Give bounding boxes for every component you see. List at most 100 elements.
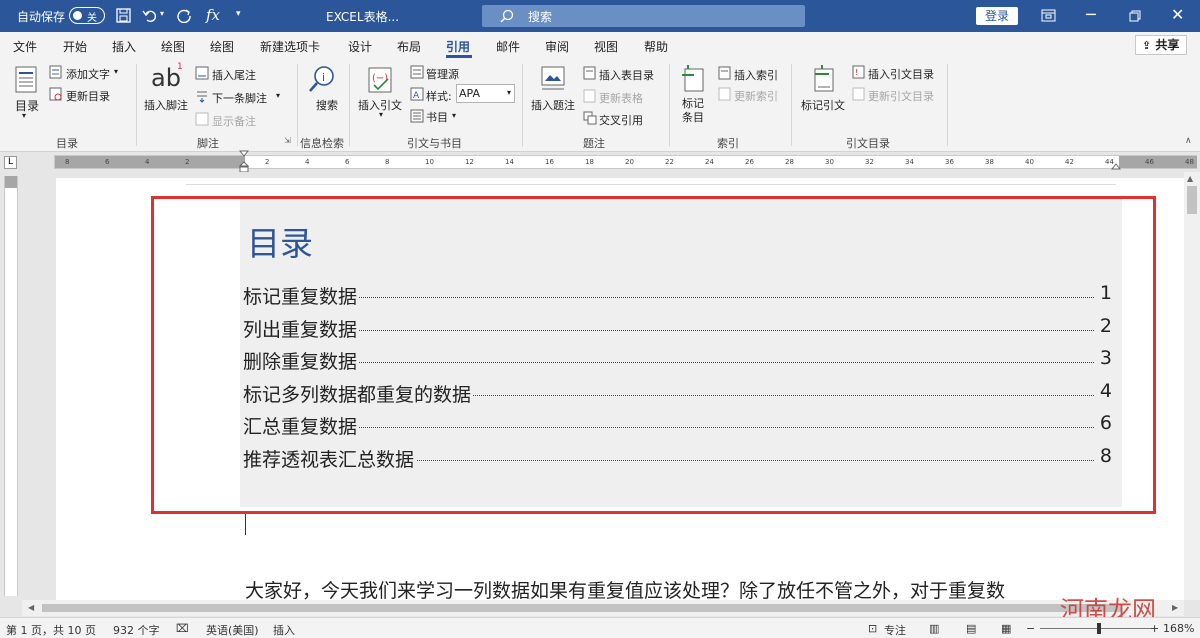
zoom-out-icon[interactable]: − [1026,622,1035,635]
tab-new[interactable]: 新建选项卡 [260,38,320,55]
bibliography-button[interactable]: 书目 [426,109,448,125]
zoom-level[interactable]: 168% [1163,622,1194,635]
toc-icon[interactable] [14,66,38,94]
indent-marker-icon[interactable] [239,150,249,174]
document-title[interactable]: EXCEL表格... [326,8,399,25]
proofing-icon[interactable]: ⌧ [176,622,189,635]
zoom-in-icon[interactable]: + [1150,622,1159,635]
function-icon[interactable]: fx [206,6,220,24]
group-divider [297,64,298,146]
next-footnote-dropdown-icon[interactable]: ▾ [276,91,280,100]
tab-references[interactable]: 引用 [446,38,470,55]
toc-button[interactable]: 目录 [15,97,39,114]
tab-help[interactable]: 帮助 [644,38,668,55]
tab-layout[interactable]: 布局 [397,38,421,55]
tab-mailings[interactable]: 邮件 [496,38,520,55]
horizontal-ruler[interactable]: L 8 6 4 2 2 4 6 8 10 12 14 16 18 20 22 24 26 28 30 32 34 36 38… [0,150,1200,174]
insert-toa-button[interactable]: 插入引文目录 [868,66,934,82]
word-count[interactable]: 932 个字 [113,622,160,638]
redo-icon[interactable] [177,8,193,23]
scroll-up-icon[interactable]: ▲ [1187,174,1193,183]
mark-citation-button[interactable]: 标记引文 [801,97,845,113]
tab-view[interactable]: 视图 [594,38,618,55]
scroll-left-icon[interactable]: ◀ [28,603,34,612]
insert-endnote-button[interactable]: 插入尾注 [212,67,256,83]
header-guide [186,184,1116,185]
insert-citation-icon[interactable]: (−) [366,65,396,95]
collapse-ribbon-icon[interactable]: ∧ [1185,136,1192,146]
update-toa-button[interactable]: 更新引文目录 [868,88,934,104]
login-button[interactable]: 登录 [976,7,1018,25]
autosave-toggle[interactable]: 关 [69,7,105,24]
insert-index-button[interactable]: 插入索引 [734,67,778,83]
horizontal-scroll-thumb[interactable] [42,604,1122,612]
search-button[interactable]: 搜索 [316,97,338,113]
insert-footnote-button[interactable]: 插入脚注 [144,97,188,113]
tab-draw-2[interactable]: 绘图 [210,38,234,55]
tab-selector-icon[interactable]: L [4,156,17,169]
focus-label[interactable]: 专注 [884,622,906,638]
update-index-button[interactable]: 更新索引 [734,88,778,104]
next-footnote-icon [197,91,207,103]
insert-citation-dropdown-icon[interactable]: ▾ [379,110,383,119]
style-select[interactable]: APA ▾ [456,84,515,103]
bibliography-dropdown-icon[interactable]: ▾ [452,111,456,120]
show-notes-button[interactable]: 显示备注 [212,113,256,129]
mark-citation-icon[interactable] [810,65,838,95]
page-count[interactable]: 第 1 页，共 10 页 [6,622,96,638]
tab-design[interactable]: 设计 [348,38,372,55]
search-box[interactable]: 搜索 [482,5,805,27]
ribbon-display-icon[interactable] [1041,9,1056,22]
update-table-button[interactable]: 更新表格 [599,90,643,106]
insert-mode[interactable]: 插入 [273,622,295,638]
insert-table-of-figures-button[interactable]: 插入表目录 [599,67,654,83]
update-toa-icon [852,87,865,101]
language[interactable]: 英语(美国) [206,622,259,638]
scroll-right-icon[interactable]: ▶ [1172,603,1178,612]
insert-caption-icon[interactable] [539,65,567,95]
vertical-scroll-thumb[interactable] [1187,186,1197,214]
ruler-number: 48 [1185,158,1194,166]
undo-icon[interactable] [142,8,158,23]
tab-home[interactable]: 开始 [63,38,87,55]
undo-dropdown-icon[interactable]: ▾ [160,9,164,18]
next-footnote-button[interactable]: 下一条脚注 [212,90,267,106]
tab-file[interactable]: 文件 [13,38,37,55]
toggle-knob [73,11,82,20]
tab-insert[interactable]: 插入 [112,38,136,55]
zoom-slider-thumb[interactable] [1097,623,1101,634]
customize-qat-icon[interactable]: ▾ [236,9,241,19]
body-paragraph[interactable]: 大家好，今天我们来学习一列数据如果有重复值应该处理？除了放任不管之外，对于重复数 [245,576,1145,600]
vertical-scrollbar[interactable]: ▲ [1184,172,1200,600]
endnote-icon [195,66,209,80]
update-toc-button[interactable]: 更新目录 [66,88,110,104]
toc-dropdown-icon[interactable]: ▾ [22,111,26,120]
ruler-number: 24 [705,158,714,166]
minimize-icon[interactable]: ─ [1086,5,1096,24]
insert-caption-button[interactable]: 插入题注 [531,97,575,113]
print-layout-icon[interactable]: ▤ [966,622,976,635]
manage-sources-button[interactable]: 管理源 [426,66,459,82]
footnote-dialog-launcher-icon[interactable]: ⇲ [284,136,291,145]
horizontal-scrollbar[interactable]: ◀ ▶ [22,600,1184,616]
search-research-icon[interactable]: i [307,64,337,94]
web-layout-icon[interactable]: ▦ [1001,622,1011,635]
zoom-slider[interactable] [1040,628,1152,629]
add-text-button[interactable]: 添加文字 [66,66,110,82]
add-text-dropdown-icon[interactable]: ▾ [114,67,118,76]
tab-review[interactable]: 审阅 [545,38,569,55]
restore-icon[interactable] [1129,10,1141,22]
close-icon[interactable]: ✕ [1171,5,1184,24]
share-button[interactable]: ⇪ 共享 [1135,35,1187,55]
group-divider [522,64,523,146]
read-mode-icon[interactable]: ▥ [929,622,939,635]
mark-entry-icon[interactable] [681,65,707,95]
cross-reference-button[interactable]: 交叉引用 [599,112,643,128]
ruler-number: 46 [1145,158,1154,166]
mark-entry-button[interactable]: 标记条目 [682,97,708,125]
tab-draw[interactable]: 绘图 [161,38,185,55]
highlight-box [151,196,1156,514]
save-icon[interactable] [116,8,131,23]
right-indent-marker-icon[interactable] [1111,160,1121,170]
focus-icon[interactable]: ⊡ [868,622,877,635]
